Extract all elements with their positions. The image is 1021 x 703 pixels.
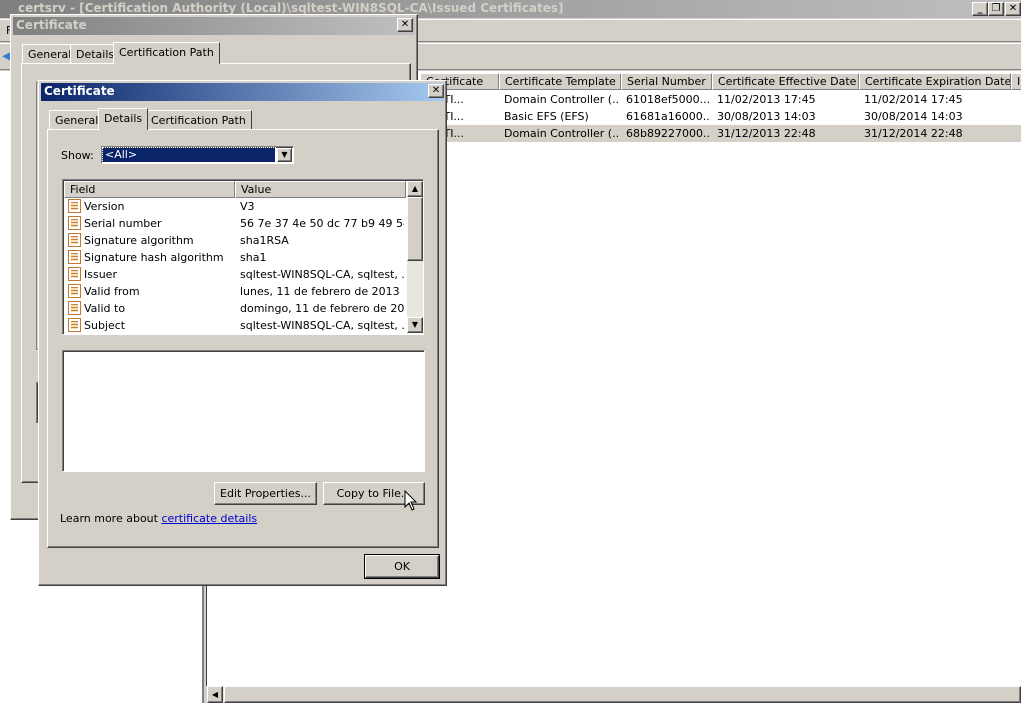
list-rows: CERTI...Domain Controller (...61018ef500… [420, 91, 1021, 151]
edit-properties-button[interactable]: Edit Properties... [214, 482, 317, 505]
table-cell: 68b89227000... [626, 127, 711, 140]
scroll-down-button[interactable]: ▼ [407, 317, 423, 333]
scroll-up-button[interactable]: ▲ [407, 181, 423, 197]
field-name: Version [84, 200, 125, 213]
learn-more-text: Learn more about certificate details [60, 512, 257, 525]
mouse-cursor-icon [404, 490, 418, 511]
field-name: Valid from [84, 285, 140, 298]
table-row[interactable]: CERTI...Basic EFS (EFS)61681a16000...30/… [422, 108, 1021, 125]
table-cell: 61018ef5000... [626, 93, 711, 106]
table-cell: Domain Controller (... [504, 127, 620, 140]
field-value: sha1 [240, 251, 267, 264]
restore-button[interactable]: ❐ [988, 2, 1004, 16]
learn-more-prefix: Learn more about [60, 512, 162, 525]
table-row[interactable]: CERTI...Domain Controller (...68b8922700… [422, 125, 1021, 142]
list-header: Certificate Certificate Template Serial Nu… [420, 73, 1021, 90]
certificate-details-link[interactable]: certificate details [161, 512, 257, 525]
field-name: Issuer [84, 268, 117, 281]
column-header[interactable]: Serial Number [621, 73, 712, 90]
close-button[interactable]: ✕ [1005, 2, 1021, 16]
list-item[interactable]: Serial number 56 7e 37 4e 50 dc 77 b9 49 … [64, 215, 406, 232]
show-label: Show: [61, 149, 94, 162]
column-header[interactable]: Certificate Expiration Date [859, 73, 1011, 90]
field-value: sha1RSA [240, 234, 289, 247]
list-item[interactable]: Valid from lunes, 11 de febrero de 2013 .… [64, 283, 406, 300]
table-cell: Domain Controller (... [504, 93, 620, 106]
horizontal-scrollbar[interactable]: ◀ [207, 686, 1021, 703]
field-column-header[interactable]: Field [64, 181, 235, 198]
ok-button[interactable]: OK [364, 554, 440, 579]
table-cell: 30/08/2014 14:03 [864, 110, 963, 123]
field-value: V3 [240, 200, 255, 213]
front-certificate-dialog: Certificate ✕ General Details Certificat… [38, 80, 447, 586]
field-detail-box[interactable] [62, 350, 425, 472]
tab-label: Details [104, 112, 143, 125]
vertical-scrollbar[interactable]: ▲ ▼ [407, 181, 423, 333]
field-value: domingo, 11 de febrero de 20... [240, 302, 404, 315]
back-tab-certification-path[interactable]: Certification Path [113, 42, 220, 64]
field-name: Subject [84, 319, 126, 332]
tab-label: General [28, 48, 72, 61]
fields-list: Field Value Version V3 Serial number 56 7e … [62, 179, 424, 335]
field-value: 56 7e 37 4e 50 dc 77 b9 49 54... [240, 217, 404, 230]
column-header[interactable]: Certificate Effective Date [712, 73, 859, 90]
back-dialog-title-bar: Certificate [13, 17, 415, 35]
table-cell: 61681a16000... [626, 110, 711, 123]
field-value: lunes, 11 de febrero de 2013 ... [240, 285, 404, 298]
table-cell: 11/02/2014 17:45 [864, 93, 963, 106]
certificate-field-icon [68, 250, 81, 264]
scroll-thumb[interactable] [407, 197, 423, 261]
certificate-field-icon [68, 199, 81, 213]
certificate-field-icon [68, 267, 81, 281]
column-header[interactable]: Certificate Template [499, 73, 621, 90]
main-title: certsrv - [Certification Authority (Loca… [18, 1, 564, 15]
table-cell: 11/02/2013 17:45 [717, 93, 816, 106]
chevron-down-icon[interactable]: ▼ [277, 148, 292, 162]
front-dialog-close-button[interactable]: ✕ [428, 84, 444, 98]
value-column-header[interactable]: Value [235, 181, 406, 198]
list-item[interactable]: Issuer sqltest-WIN8SQL-CA, sqltest, ... [64, 266, 406, 283]
table-cell: 31/12/2013 22:48 [717, 127, 816, 140]
field-name: Signature hash algorithm [84, 251, 224, 264]
certificate-field-icon [68, 284, 81, 298]
list-item[interactable]: Signature algorithm sha1RSA [64, 232, 406, 249]
minimize-button[interactable]: _ [972, 2, 988, 16]
table-row[interactable]: CERTI...Domain Controller (...61018ef500… [422, 91, 1021, 108]
tab-general[interactable]: General [49, 110, 105, 130]
front-dialog-title-bar: Certificate [41, 83, 444, 101]
certificate-field-icon [68, 216, 81, 230]
list-item[interactable]: Version V3 [64, 198, 406, 215]
tab-label: Certification Path [151, 114, 246, 127]
tab-label: Details [76, 48, 115, 61]
tab-details[interactable]: Details [98, 108, 149, 130]
field-name: Signature algorithm [84, 234, 194, 247]
show-select-value: <All> [102, 147, 276, 163]
field-value: sqltest-WIN8SQL-CA, sqltest, ... [240, 319, 404, 332]
details-tab-panel: Show: <All> ▼ Field Value Version V3 Seria… [47, 129, 439, 548]
list-item[interactable]: Signature hash algorithm sha1 [64, 249, 406, 266]
table-cell: Basic EFS (EFS) [504, 110, 589, 123]
field-name: Serial number [84, 217, 162, 230]
table-cell: 31/12/2014 22:48 [864, 127, 963, 140]
certificate-field-icon [68, 318, 81, 332]
tab-certification-path[interactable]: Certification Path [145, 110, 252, 130]
field-name: Valid to [84, 302, 126, 315]
certificate-field-icon [68, 233, 81, 247]
back-dialog-close-button[interactable]: ✕ [397, 18, 413, 32]
list-item[interactable]: Subject sqltest-WIN8SQL-CA, sqltest, ... [64, 317, 406, 334]
field-value: sqltest-WIN8SQL-CA, sqltest, ... [240, 268, 404, 281]
front-dialog-title: Certificate [44, 84, 115, 98]
column-header[interactable]: I [1011, 73, 1021, 90]
list-item[interactable]: Valid to domingo, 11 de febrero de 20... [64, 300, 406, 317]
show-select[interactable]: <All> ▼ [101, 146, 294, 164]
certificate-field-icon [68, 301, 81, 315]
table-cell: 30/08/2013 14:03 [717, 110, 816, 123]
tab-label: Certification Path [119, 46, 214, 59]
tab-label: General [55, 114, 99, 127]
scroll-left-button[interactable]: ◀ [207, 686, 223, 703]
scroll-thumb[interactable] [224, 686, 1021, 703]
back-dialog-title: Certificate [16, 18, 87, 32]
